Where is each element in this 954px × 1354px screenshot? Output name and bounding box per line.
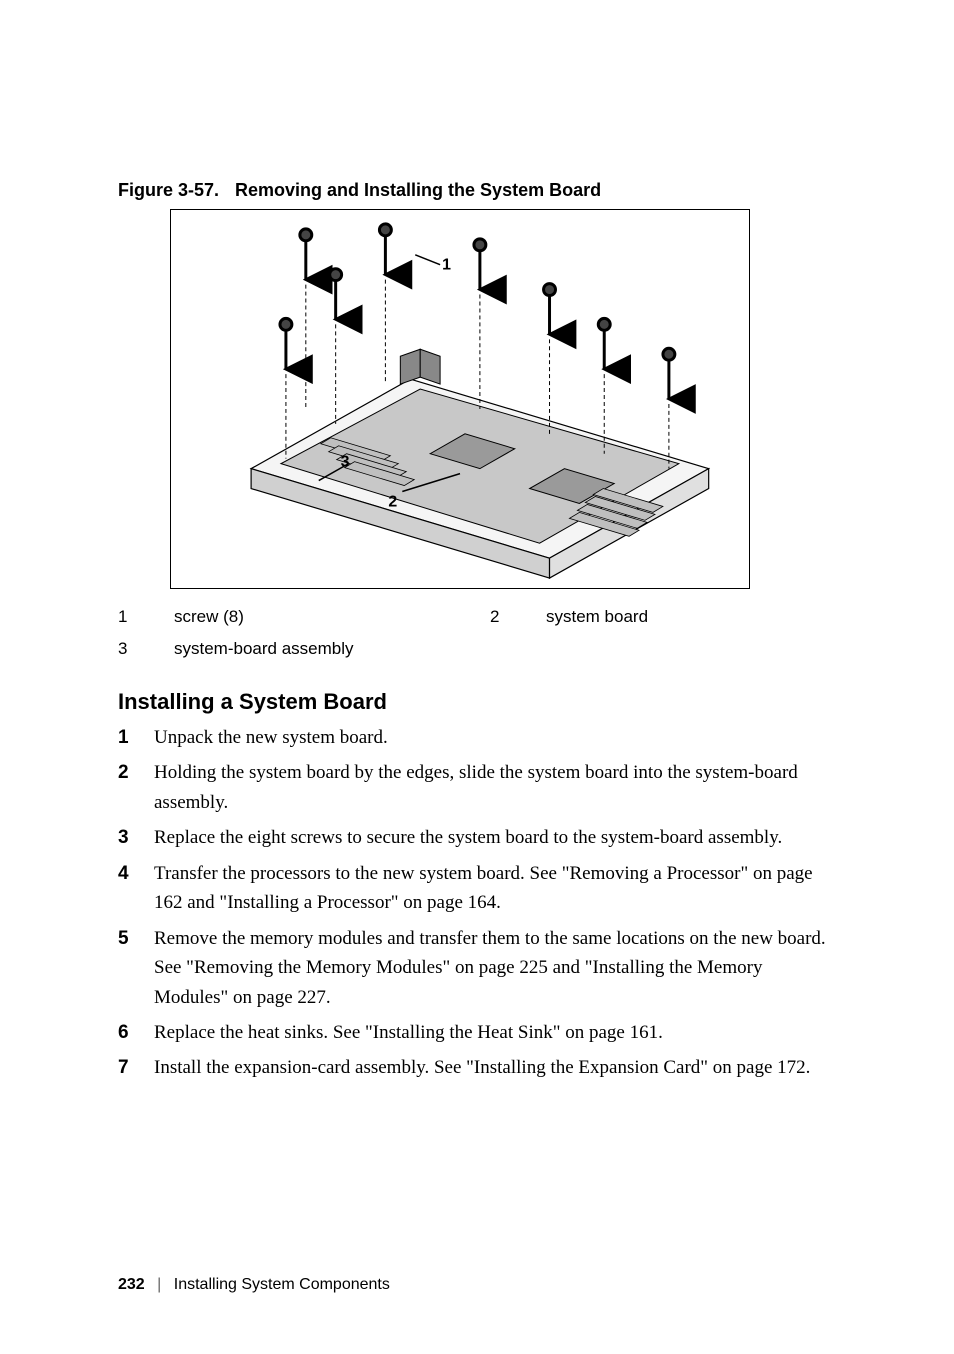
step-number: 5: [118, 924, 154, 1012]
step-number: 7: [118, 1053, 154, 1082]
footer-section-label: Installing System Components: [174, 1276, 390, 1293]
figure-callout-1: 1: [442, 257, 451, 274]
system-board-svg: 1 2 3: [171, 210, 749, 588]
footer-separator: |: [157, 1276, 161, 1293]
list-item: 4 Transfer the processors to the new sys…: [118, 859, 836, 918]
step-number: 2: [118, 758, 154, 817]
figure-illustration: 1 2 3: [170, 209, 750, 589]
step-text: Unpack the new system board.: [154, 723, 836, 752]
callout-label: system board: [546, 601, 836, 633]
list-item: 7 Install the expansion-card assembly. S…: [118, 1053, 836, 1082]
list-item: 1 Unpack the new system board.: [118, 723, 836, 752]
list-item: 3 Replace the eight screws to secure the…: [118, 823, 836, 852]
step-number: 6: [118, 1018, 154, 1047]
page-footer: 232 | Installing System Components: [118, 1276, 390, 1294]
step-number: 4: [118, 859, 154, 918]
step-text: Transfer the processors to the new syste…: [154, 859, 836, 918]
step-number: 3: [118, 823, 154, 852]
step-text: Install the expansion-card assembly. See…: [154, 1053, 836, 1082]
callout-num: 3: [118, 633, 174, 665]
figure-callout-table: 1 screw (8) 2 system board 3 system-boar…: [118, 601, 836, 665]
step-text: Remove the memory modules and transfer t…: [154, 924, 836, 1012]
callout-num: 2: [490, 601, 546, 633]
figure-caption: Figure 3-57. Removing and Installing the …: [118, 180, 836, 201]
callout-label: screw (8): [174, 601, 490, 633]
page-number: 232: [118, 1276, 145, 1293]
list-item: 2 Holding the system board by the edges,…: [118, 758, 836, 817]
procedure-list: 1 Unpack the new system board. 2 Holding…: [118, 723, 836, 1083]
step-number: 1: [118, 723, 154, 752]
list-item: 5 Remove the memory modules and transfer…: [118, 924, 836, 1012]
figure-callout-2: 2: [388, 493, 397, 510]
step-text: Holding the system board by the edges, s…: [154, 758, 836, 817]
step-text: Replace the heat sinks. See "Installing …: [154, 1018, 836, 1047]
callout-num: 1: [118, 601, 174, 633]
callout-label: system-board assembly: [174, 633, 490, 665]
list-item: 6 Replace the heat sinks. See "Installin…: [118, 1018, 836, 1047]
step-text: Replace the eight screws to secure the s…: [154, 823, 836, 852]
figure-title-text: Removing and Installing the System Board: [235, 180, 601, 200]
figure-number: Figure 3-57.: [118, 180, 219, 200]
figure-callout-3: 3: [341, 454, 350, 471]
section-heading: Installing a System Board: [118, 689, 836, 715]
